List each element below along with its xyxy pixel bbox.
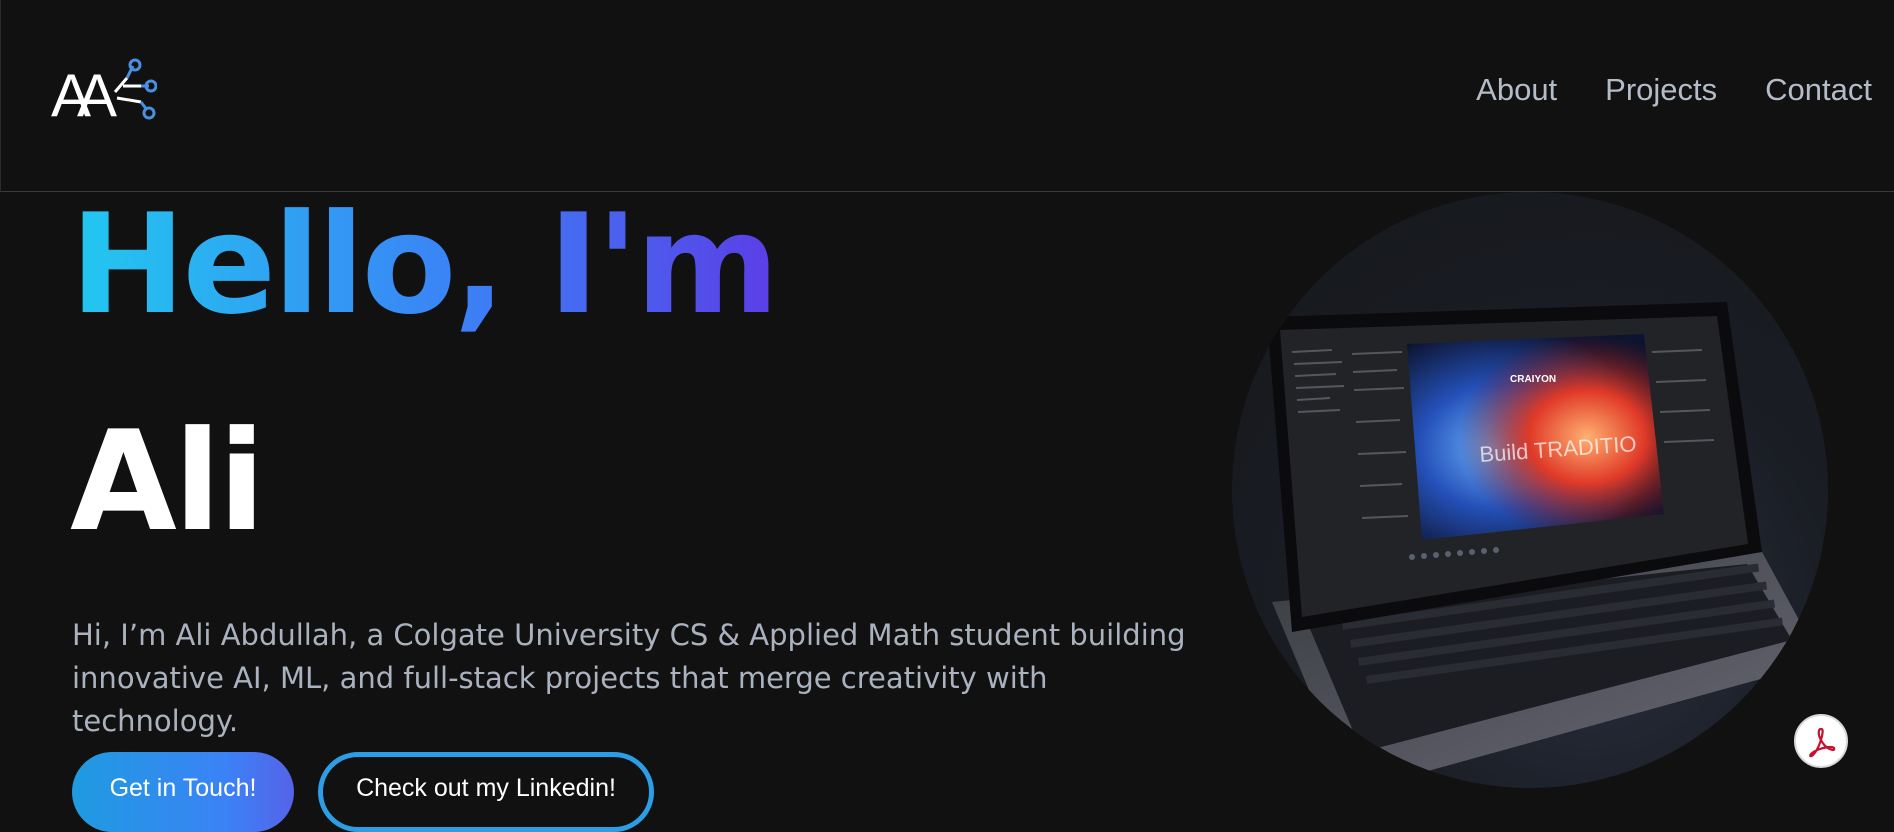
logo-letters: AA [51, 62, 117, 128]
top-navbar: AA About Projects Contact [0, 0, 1894, 192]
hero-intro-text: Hi, I’m Ali Abdullah, a Colgate Universi… [72, 618, 1186, 738]
site-logo[interactable]: AA [51, 58, 158, 129]
main-nav: About Projects Contact [1476, 72, 1872, 108]
network-nodes-icon: AA [51, 58, 158, 129]
hero-name: Ali [70, 401, 265, 562]
laptop-illustration: CRAIYON Build TRADITIO [1267, 302, 1822, 788]
laptop-photo: CRAIYON Build TRADITIO [1232, 192, 1828, 788]
acrobat-pdf-icon [1809, 727, 1836, 758]
hero-greeting: Hello, I'm [70, 184, 779, 345]
nav-projects-link[interactable]: Projects [1605, 72, 1717, 108]
nav-contact-link[interactable]: Contact [1765, 72, 1872, 108]
nav-about-link[interactable]: About [1476, 72, 1557, 108]
screen-brand-text: CRAIYON [1510, 374, 1556, 385]
linkedin-button[interactable]: Check out my Linkedin! [318, 752, 654, 832]
get-in-touch-button[interactable]: Get in Touch! [72, 752, 294, 832]
resume-pdf-button[interactable] [1794, 714, 1848, 768]
